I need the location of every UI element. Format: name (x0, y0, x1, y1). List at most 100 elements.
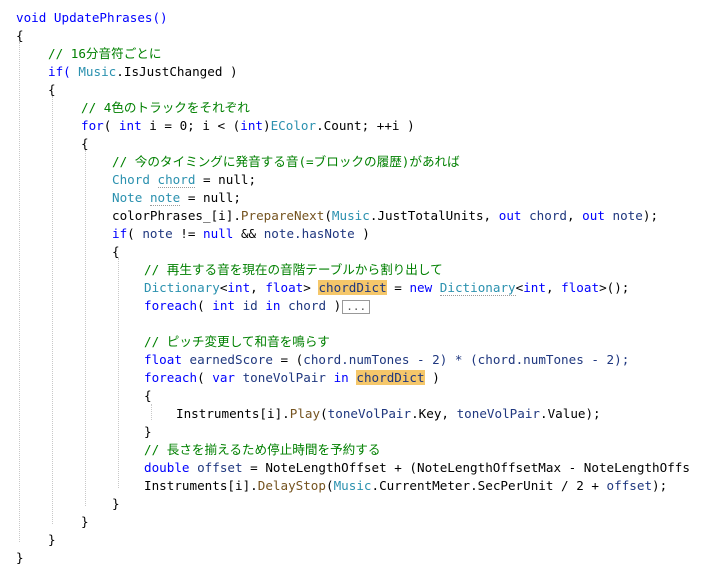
code-line-1[interactable]: void UpdatePhrases() (16, 9, 168, 27)
code-text: = null; (180, 190, 241, 205)
keyword: int (212, 298, 235, 313)
comment: // 4色のトラックをそれぞれ (81, 100, 250, 115)
code-text: >(); (599, 280, 630, 295)
indent-guide (118, 258, 119, 488)
code-line-10[interactable]: Chord chord = null; (112, 171, 256, 189)
highlighted-variable: chordDict (356, 370, 425, 385)
keyword: if( (48, 64, 79, 79)
comment: // 16分音符ごとに (48, 46, 162, 61)
code-line-6[interactable]: // 4色のトラックをそれぞれ (81, 99, 250, 117)
code-line-25[interactable]: // 長さを揃えるため停止時間を予約する (144, 441, 380, 459)
code-text: = null; (195, 172, 257, 187)
code-line-5[interactable]: { (48, 81, 56, 99)
code-text: .CurrentMeter.SecPerUnit / 2 + (371, 478, 607, 493)
code-text: && (233, 226, 264, 241)
brace: { (16, 28, 24, 43)
indent-guide (52, 96, 53, 524)
variable: chord.numTones - 2) * ( (303, 352, 478, 367)
variable: offset (197, 460, 243, 475)
code-line-24[interactable]: } (144, 423, 152, 441)
variable: note (142, 226, 173, 241)
keyword: float (265, 280, 304, 295)
code-line-28[interactable]: } (112, 495, 120, 513)
method-name: PrepareNext (240, 208, 325, 223)
indent-guide (85, 150, 86, 506)
keyword: if (112, 226, 128, 241)
code-line-20[interactable]: float earnedScore = (chord.numTones - 2)… (144, 351, 629, 369)
code-line-29[interactable]: } (81, 513, 89, 531)
code-text: = ( (272, 352, 304, 367)
keyword: for (81, 118, 104, 133)
keyword: var (212, 370, 235, 385)
variable: chord (157, 172, 196, 188)
type-name: Dictionary (439, 280, 516, 296)
type-name: Note (112, 190, 143, 205)
code-text: ) (222, 64, 238, 79)
code-text: != (172, 226, 204, 241)
code-text: ( (324, 208, 332, 223)
code-text: = (386, 280, 410, 295)
highlighted-variable: chordDict (318, 280, 387, 295)
code-line-16[interactable]: Dictionary<int, float> chordDict = new D… (144, 279, 629, 297)
code-line-8[interactable]: { (81, 135, 89, 153)
code-text: .Key, (411, 406, 457, 421)
code-text: , (567, 208, 583, 223)
keyword: foreach (144, 370, 198, 385)
collapsed-block-button[interactable]: ... (342, 299, 371, 314)
code-text: .JustTotalUnits, (369, 208, 499, 223)
code-text: i = 0; i < ( (141, 118, 241, 133)
type-name: Dictionary (144, 280, 220, 295)
code-line-11[interactable]: Note note = null; (112, 189, 241, 207)
brace: { (112, 244, 120, 259)
variable: note (149, 190, 181, 206)
keyword: int (240, 118, 263, 133)
code-line-4[interactable]: if( Music.IsJustChanged ) (48, 63, 238, 81)
code-line-26[interactable]: double offset = NoteLengthOffset + (Note… (144, 459, 690, 477)
type-name: Chord (112, 172, 150, 187)
comment: // 長さを揃えるため停止時間を予約する (144, 442, 381, 457)
keyword: out (498, 208, 522, 223)
code-line-17[interactable]: foreach( int id in chord )... (144, 297, 371, 315)
brace: } (81, 514, 89, 529)
type-name: Music (333, 478, 372, 493)
code-line-7[interactable]: for( int i = 0; i < (int)EColor.Count; +… (81, 117, 415, 135)
code-text: IsJustChanged (123, 64, 223, 79)
brace: { (144, 388, 152, 403)
method-name: Play (289, 406, 321, 421)
code-line-12[interactable]: colorPhrases_[i].PrepareNext(Music.JustT… (112, 207, 658, 225)
code-line-3[interactable]: // 16分音符ごとに (48, 45, 161, 63)
code-line-27[interactable]: Instruments[i].DelayStop(Music.CurrentMe… (144, 477, 667, 495)
code-line-23[interactable]: Instruments[i].Play(toneVolPair.Key, ton… (176, 405, 601, 423)
variable: note.hasNote (263, 226, 355, 241)
code-text: ( (320, 406, 328, 421)
keyword: new (409, 280, 433, 295)
brace: { (81, 136, 89, 151)
code-line-13[interactable]: if( note != null && note.hasNote ) (112, 225, 370, 243)
variable: id (235, 298, 266, 313)
variable: toneVolPair (327, 406, 412, 421)
code-editor[interactable]: void UpdatePhrases() { // 16分音符ごとに if( M… (0, 0, 715, 579)
code-line-21[interactable]: foreach( var toneVolPair in chordDict ) (144, 369, 440, 387)
code-text: colorPhrases_[i]. (112, 208, 241, 223)
code-text: > (303, 280, 311, 295)
code-line-30[interactable]: } (48, 531, 56, 549)
type-name: EColor (270, 118, 317, 133)
code-line-2[interactable]: { (16, 27, 24, 45)
code-line-22[interactable]: { (144, 387, 152, 405)
variable: chord.numTones - 2); (477, 352, 630, 367)
method-name: DelayStop (257, 478, 326, 493)
keyword: float (144, 352, 182, 367)
code-text: ) (263, 118, 271, 133)
code-line-31[interactable]: } (16, 549, 24, 567)
code-text: = NoteLengthOffset + (NoteLengthOffsetMa… (242, 460, 690, 475)
code-line-15[interactable]: // 再生する音を現在の音階テーブルから割り出して (144, 261, 443, 279)
brace: } (144, 424, 152, 439)
code-line-14[interactable]: { (112, 243, 120, 261)
code-text: .Count; ++i ) (316, 118, 415, 133)
type-name: Music (331, 208, 370, 223)
keyword: in (265, 298, 281, 313)
code-line-19[interactable]: // ピッチ変更して和音を鳴らす (144, 333, 330, 351)
code-line-9[interactable]: // 今のタイミングに発音する音(=ブロックの履歴)があれば (112, 153, 460, 171)
code-text: ) (354, 226, 370, 241)
indent-guide (151, 404, 152, 420)
